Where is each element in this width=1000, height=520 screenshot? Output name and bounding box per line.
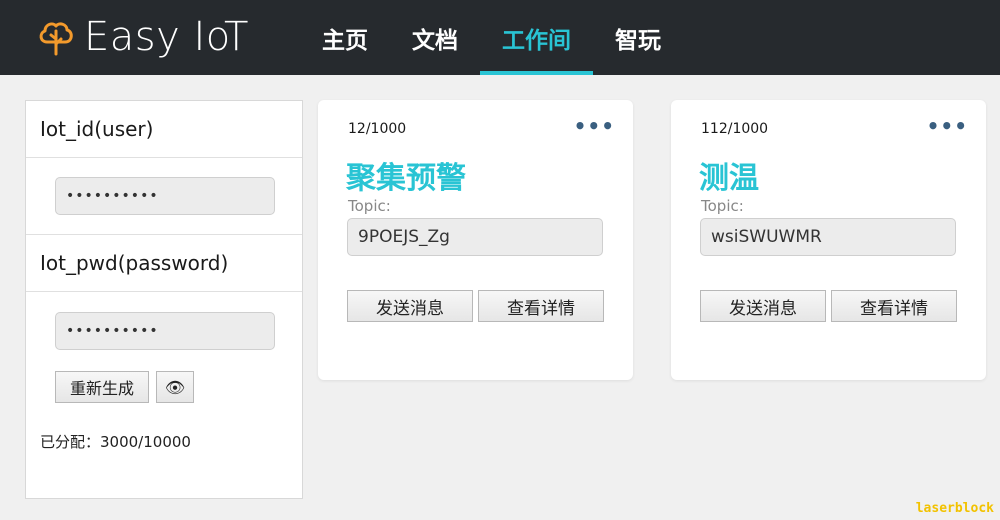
show-password-button[interactable]: 👁	[156, 371, 194, 403]
topic-field[interactable]: 9POEJS_Zg	[347, 218, 603, 256]
cloud-tree-icon	[39, 22, 73, 56]
send-message-button[interactable]: 发送消息	[700, 290, 826, 322]
device-card: 112/1000 ••• 测温 Topic: wsiSWUWMR 发送消息 查看…	[671, 100, 986, 380]
topic-label: Topic:	[348, 197, 391, 215]
user-id-input[interactable]: ••••••••••	[55, 177, 275, 215]
more-options-icon[interactable]: •••	[574, 114, 615, 138]
topic-label: Topic:	[701, 197, 744, 215]
allocated-count: 已分配：3000/10000	[40, 433, 191, 451]
message-count: 112/1000	[701, 121, 769, 137]
nav-home[interactable]: 主页	[300, 0, 390, 75]
card-title: 聚集预警	[346, 161, 466, 196]
logo[interactable]: Easy IoT	[36, 12, 249, 62]
view-details-button[interactable]: 查看详情	[831, 290, 957, 322]
device-card: 12/1000 ••• 聚集预警 Topic: 9POEJS_Zg 发送消息 查…	[318, 100, 633, 380]
password-field-row: ••••••••••	[26, 292, 302, 369]
nav-docs[interactable]: 文档	[390, 0, 480, 75]
eye-icon: 👁	[164, 377, 186, 397]
logo-text: Easy IoT	[84, 14, 249, 60]
watermark: laserblock	[915, 501, 994, 516]
regenerate-button[interactable]: 重新生成	[55, 371, 149, 403]
send-message-button[interactable]: 发送消息	[347, 290, 473, 322]
password-actions: 重新生成 👁	[26, 371, 302, 403]
user-field-row: ••••••••••	[26, 158, 302, 235]
user-label: Iot_id(user)	[26, 101, 302, 158]
card-title: 测温	[699, 161, 759, 196]
topic-field[interactable]: wsiSWUWMR	[700, 218, 956, 256]
main-nav: 主页 文档 工作间 智玩	[300, 0, 683, 75]
nav-play[interactable]: 智玩	[593, 0, 683, 75]
top-header: Easy IoT 主页 文档 工作间 智玩	[0, 0, 1000, 75]
card-actions: 发送消息 查看详情	[700, 290, 957, 322]
credentials-panel: Iot_id(user) •••••••••• Iot_pwd(password…	[25, 100, 303, 499]
password-input[interactable]: ••••••••••	[55, 311, 275, 350]
password-label: Iot_pwd(password)	[26, 235, 302, 292]
card-actions: 发送消息 查看详情	[347, 290, 604, 322]
view-details-button[interactable]: 查看详情	[478, 290, 604, 322]
nav-workspace[interactable]: 工作间	[480, 0, 593, 75]
more-options-icon[interactable]: •••	[927, 114, 968, 138]
message-count: 12/1000	[348, 121, 407, 137]
